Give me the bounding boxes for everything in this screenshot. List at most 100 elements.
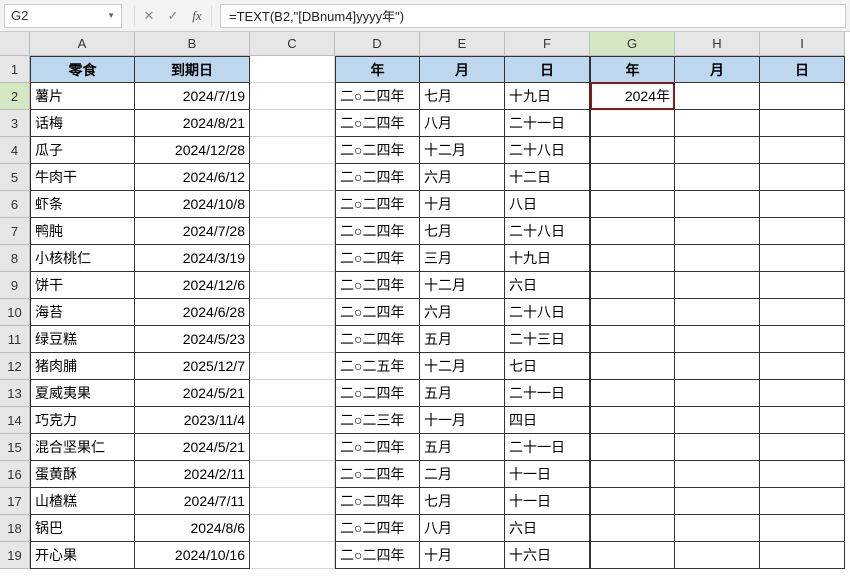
cell-B13[interactable]: 2024/5/21 [135, 380, 250, 407]
row-header-4[interactable]: 4 [0, 137, 30, 164]
cell-I18[interactable] [760, 515, 845, 542]
cell-G13[interactable] [590, 380, 675, 407]
cell-G19[interactable] [590, 542, 675, 569]
cell-C6[interactable] [250, 191, 335, 218]
cell-I9[interactable] [760, 272, 845, 299]
cell-G14[interactable] [590, 407, 675, 434]
column-header-F[interactable]: F [505, 32, 590, 56]
cell-D15[interactable]: 二○二四年 [335, 434, 420, 461]
cell-C13[interactable] [250, 380, 335, 407]
cell-D11[interactable]: 二○二四年 [335, 326, 420, 353]
cell-E18[interactable]: 八月 [420, 515, 505, 542]
cell-H12[interactable] [675, 353, 760, 380]
cell-A6[interactable]: 虾条 [30, 191, 135, 218]
cell-I19[interactable] [760, 542, 845, 569]
cell-B6[interactable]: 2024/10/8 [135, 191, 250, 218]
cell-H5[interactable] [675, 164, 760, 191]
cell-B2[interactable]: 2024/7/19 [135, 83, 250, 110]
cell-G7[interactable] [590, 218, 675, 245]
cell-B17[interactable]: 2024/7/11 [135, 488, 250, 515]
cell-D13[interactable]: 二○二四年 [335, 380, 420, 407]
cell-F14[interactable]: 四日 [505, 407, 590, 434]
cell-A13[interactable]: 夏威夷果 [30, 380, 135, 407]
row-header-17[interactable]: 17 [0, 488, 30, 515]
cell-D4[interactable]: 二○二四年 [335, 137, 420, 164]
row-header-12[interactable]: 12 [0, 353, 30, 380]
row-header-19[interactable]: 19 [0, 542, 30, 569]
column-header-E[interactable]: E [420, 32, 505, 56]
cell-G2[interactable]: 2024年 [590, 83, 675, 110]
cell-G3[interactable] [590, 110, 675, 137]
cell-A14[interactable]: 巧克力 [30, 407, 135, 434]
header-month2[interactable]: 月 [675, 56, 760, 83]
cell-C1[interactable] [250, 56, 335, 83]
cell-A11[interactable]: 绿豆糕 [30, 326, 135, 353]
cell-E8[interactable]: 三月 [420, 245, 505, 272]
row-header-1[interactable]: 1 [0, 56, 30, 83]
cell-F9[interactable]: 六日 [505, 272, 590, 299]
cell-B18[interactable]: 2024/8/6 [135, 515, 250, 542]
cell-H17[interactable] [675, 488, 760, 515]
cell-E11[interactable]: 五月 [420, 326, 505, 353]
cell-I8[interactable] [760, 245, 845, 272]
cell-F3[interactable]: 二十一日 [505, 110, 590, 137]
cell-H15[interactable] [675, 434, 760, 461]
cell-H4[interactable] [675, 137, 760, 164]
cell-A3[interactable]: 话梅 [30, 110, 135, 137]
cell-C3[interactable] [250, 110, 335, 137]
cell-H6[interactable] [675, 191, 760, 218]
cell-H13[interactable] [675, 380, 760, 407]
row-header-10[interactable]: 10 [0, 299, 30, 326]
cell-D3[interactable]: 二○二四年 [335, 110, 420, 137]
cell-E9[interactable]: 十二月 [420, 272, 505, 299]
cell-D9[interactable]: 二○二四年 [335, 272, 420, 299]
cell-E5[interactable]: 六月 [420, 164, 505, 191]
cell-A9[interactable]: 饼干 [30, 272, 135, 299]
cell-I11[interactable] [760, 326, 845, 353]
row-header-3[interactable]: 3 [0, 110, 30, 137]
cell-E12[interactable]: 十二月 [420, 353, 505, 380]
header-year2[interactable]: 年 [590, 56, 675, 83]
row-header-15[interactable]: 15 [0, 434, 30, 461]
cell-F18[interactable]: 六日 [505, 515, 590, 542]
cell-A5[interactable]: 牛肉干 [30, 164, 135, 191]
cell-C17[interactable] [250, 488, 335, 515]
cell-G9[interactable] [590, 272, 675, 299]
cell-G11[interactable] [590, 326, 675, 353]
cell-I17[interactable] [760, 488, 845, 515]
cell-I5[interactable] [760, 164, 845, 191]
cell-C14[interactable] [250, 407, 335, 434]
row-header-7[interactable]: 7 [0, 218, 30, 245]
cell-H18[interactable] [675, 515, 760, 542]
cell-F12[interactable]: 七日 [505, 353, 590, 380]
header-day-cn[interactable]: 日 [505, 56, 590, 83]
cancel-icon[interactable]: ✕ [139, 6, 159, 26]
header-snack[interactable]: 零食 [30, 56, 135, 83]
cell-F4[interactable]: 二十八日 [505, 137, 590, 164]
cell-H2[interactable] [675, 83, 760, 110]
cell-G8[interactable] [590, 245, 675, 272]
cell-C2[interactable] [250, 83, 335, 110]
cell-F17[interactable]: 十一日 [505, 488, 590, 515]
cell-C4[interactable] [250, 137, 335, 164]
cell-C9[interactable] [250, 272, 335, 299]
cell-F11[interactable]: 二十三日 [505, 326, 590, 353]
cell-C10[interactable] [250, 299, 335, 326]
header-day2[interactable]: 日 [760, 56, 845, 83]
row-header-14[interactable]: 14 [0, 407, 30, 434]
cell-H10[interactable] [675, 299, 760, 326]
cell-I15[interactable] [760, 434, 845, 461]
cell-D6[interactable]: 二○二四年 [335, 191, 420, 218]
cell-D14[interactable]: 二○二三年 [335, 407, 420, 434]
confirm-icon[interactable]: ✓ [163, 6, 183, 26]
cell-C7[interactable] [250, 218, 335, 245]
cell-D19[interactable]: 二○二四年 [335, 542, 420, 569]
cell-E14[interactable]: 十一月 [420, 407, 505, 434]
column-header-G[interactable]: G [590, 32, 675, 56]
cell-E3[interactable]: 八月 [420, 110, 505, 137]
cell-I13[interactable] [760, 380, 845, 407]
cell-H14[interactable] [675, 407, 760, 434]
row-header-18[interactable]: 18 [0, 515, 30, 542]
cell-B14[interactable]: 2023/11/4 [135, 407, 250, 434]
column-header-B[interactable]: B [135, 32, 250, 56]
